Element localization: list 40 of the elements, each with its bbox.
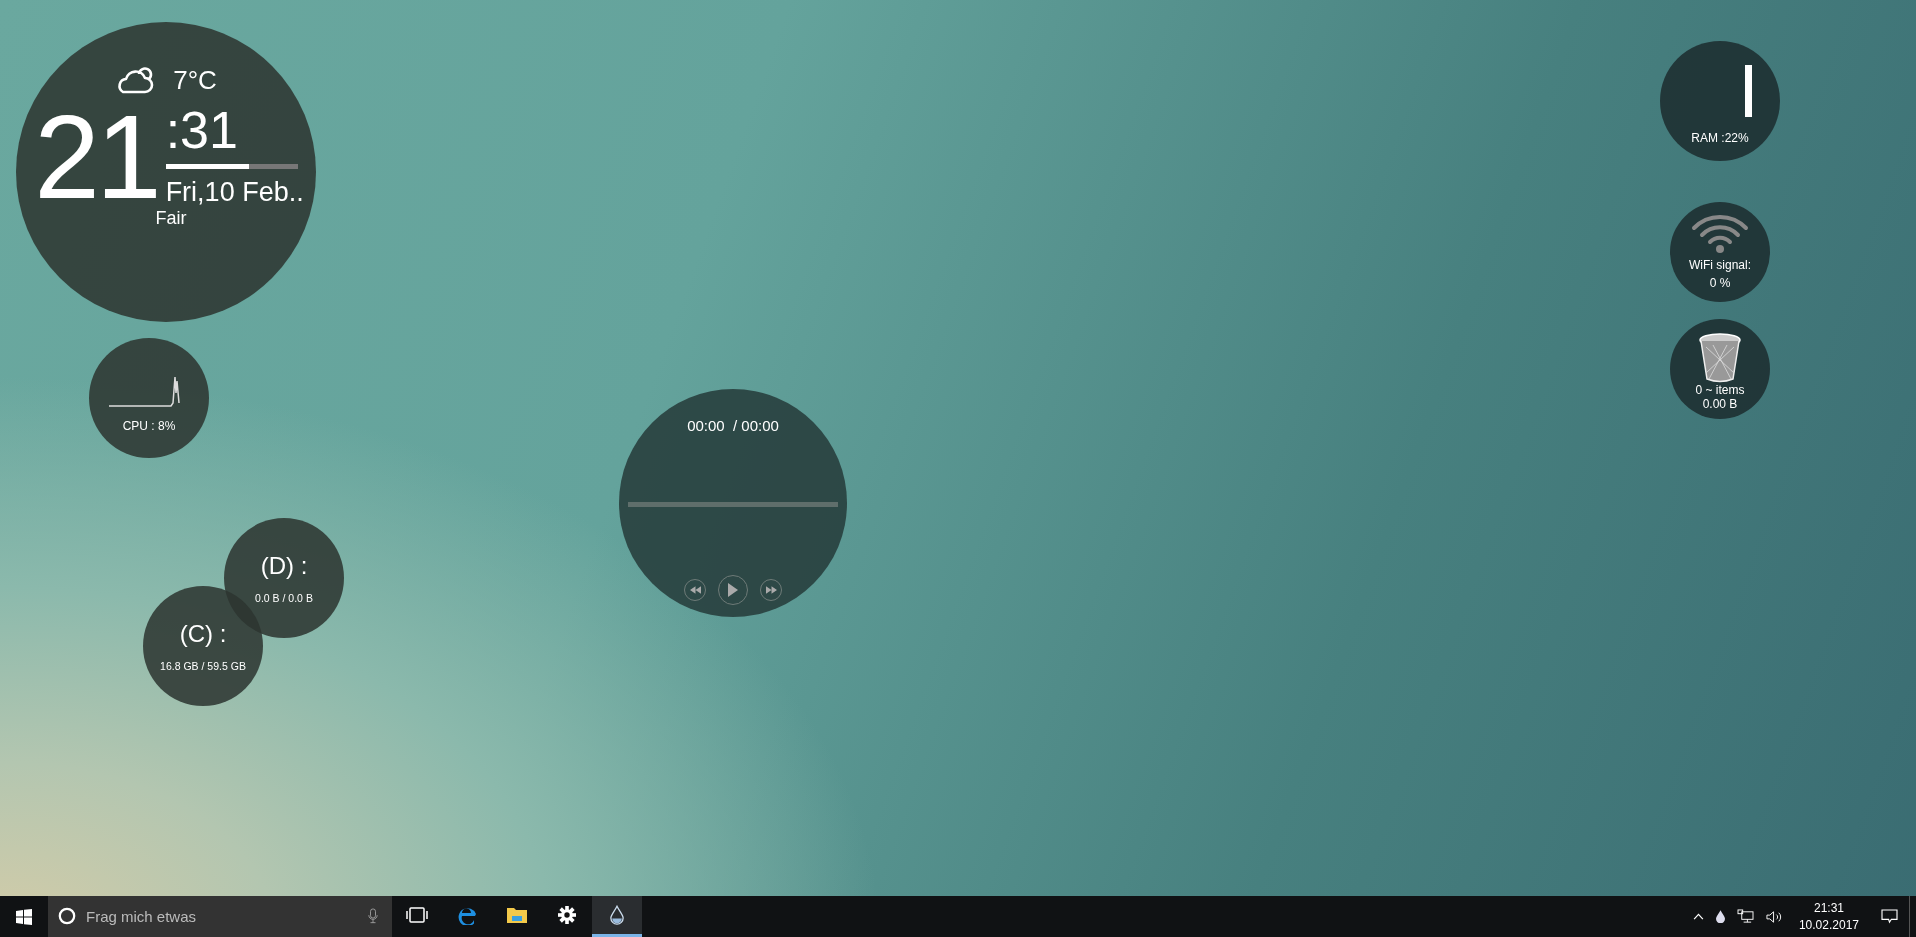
weather-condition: Fair: [155, 208, 187, 229]
rewind-icon: [689, 586, 701, 594]
drive-usage: 0.0 B / 0.0 B: [255, 592, 313, 604]
tray-time: 21:31: [1813, 900, 1844, 917]
wifi-value: 0 %: [1709, 276, 1731, 290]
tray-clock[interactable]: 21:31 10.02.2017: [1798, 900, 1859, 933]
water-drop-icon: [610, 905, 624, 925]
wifi-icon: [1690, 214, 1750, 254]
water-drop-icon[interactable]: [1715, 910, 1725, 923]
clock-hour: 21: [34, 98, 158, 216]
play-icon: [728, 583, 738, 597]
temperature: 7°C: [173, 64, 217, 96]
task-view-icon: [406, 907, 428, 923]
microphone-icon: [368, 908, 378, 924]
clock-minute: :31: [165, 104, 239, 156]
ram-label: RAM :22%: [1691, 131, 1749, 145]
cortana-ring-icon: [58, 907, 76, 925]
wastebasket-icon: [1698, 332, 1742, 383]
settings-gear-icon: [558, 906, 576, 924]
drive-usage: 16.8 GB / 59.5 GB: [160, 660, 246, 672]
folder-icon: [506, 906, 528, 924]
browser-e-icon: [457, 905, 477, 925]
drive-label: (C) :: [179, 620, 227, 648]
cloud-sun-icon: [115, 64, 156, 96]
speaker-icon[interactable]: [1765, 909, 1783, 924]
windows-logo-icon: [16, 908, 32, 925]
search-field[interactable]: Frag mich etwas: [48, 896, 392, 937]
speech-bubble-icon: [1880, 909, 1898, 924]
wifi-label: WiFi signal:: [1689, 258, 1751, 272]
cpu-label: CPU : 8%: [122, 419, 176, 433]
recycle-bin-size: 0.00 B: [1702, 397, 1738, 412]
tray-date: 10.02.2017: [1798, 916, 1859, 933]
drive-label: (D) :: [260, 552, 308, 580]
fast-forward-icon: [765, 586, 777, 594]
playback-time: 00:00 / 00:00: [687, 417, 779, 434]
recycle-bin-items: 0 ~ items: [1695, 382, 1745, 397]
taskbar-app-button[interactable]: [592, 896, 642, 937]
ram-graph-bar: [1745, 65, 1752, 117]
chevron-up-icon[interactable]: [1692, 913, 1704, 920]
network-icon[interactable]: [1736, 909, 1754, 924]
